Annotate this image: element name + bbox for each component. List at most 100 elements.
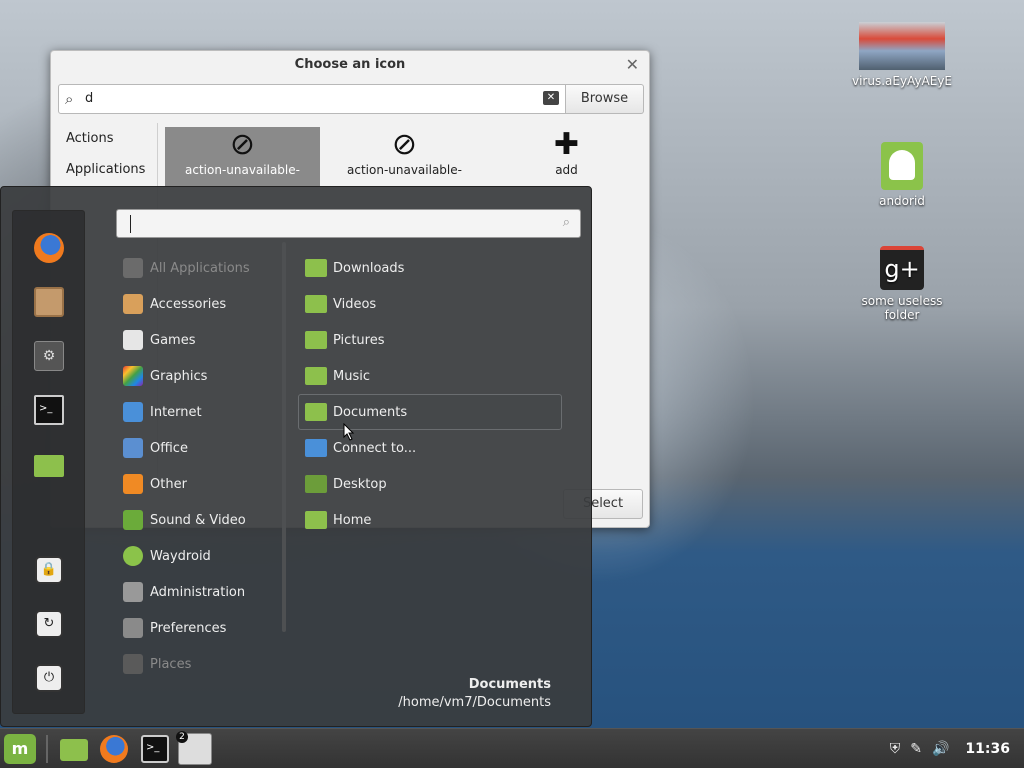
selection-info-path: /home/vm7/Documents [398, 695, 551, 710]
icon-cell[interactable]: ⊘ action-unavailable- [327, 127, 482, 187]
category-label: Graphics [150, 368, 208, 384]
selection-info-title: Documents [468, 677, 551, 692]
place-videos[interactable]: Videos [298, 286, 562, 322]
network-tray-icon[interactable]: ✎ [910, 741, 922, 757]
files-folder-icon[interactable] [34, 455, 64, 477]
settings-icon[interactable]: ⚙ [34, 341, 64, 371]
android-icon [881, 142, 923, 190]
mint-menu-button[interactable]: m [4, 734, 36, 764]
desktop-icon-label: some useless folder [861, 294, 943, 322]
category-internet[interactable]: Internet [115, 394, 283, 430]
search-icon: ⌕ [65, 90, 74, 108]
icon-category-actions[interactable]: Actions [51, 123, 157, 154]
category-label: Office [150, 440, 188, 456]
terminal-icon[interactable]: >_ [34, 395, 64, 425]
menu-search-input[interactable]: ⌕ [116, 209, 581, 238]
category-sound-video[interactable]: Sound & Video [115, 502, 283, 538]
category-administration[interactable]: Administration [115, 574, 283, 610]
places-list: Downloads Videos Pictures Music Document… [298, 250, 562, 538]
taskbar: m >_ 2 ⛨ ✎ 🔊 11:36 [0, 728, 1024, 768]
files-folder-icon[interactable] [60, 739, 88, 761]
volume-icon[interactable]: 🔊 [932, 741, 949, 757]
desktop-icon-some-useless-folder[interactable]: g+ some useless folder [847, 246, 957, 322]
lock-screen-icon[interactable]: 🔒 [35, 556, 63, 584]
pictures-folder-icon [305, 331, 327, 349]
category-other[interactable]: Other [115, 466, 283, 502]
place-downloads[interactable]: Downloads [298, 250, 562, 286]
icon-search-input[interactable]: ⌕ d ✕ [58, 84, 566, 114]
place-label: Pictures [333, 332, 385, 348]
desktop-icon-label: virus.aEyAyAEyE [851, 74, 953, 88]
category-office[interactable]: Office [115, 430, 283, 466]
logout-icon[interactable]: ↻ [35, 610, 63, 638]
icon-cell-label: add [555, 163, 578, 177]
accessories-icon [123, 294, 143, 314]
no-entry-icon: ⊘ [229, 127, 256, 162]
firefox-icon[interactable] [100, 735, 128, 763]
firefox-icon[interactable] [34, 233, 64, 263]
icon-category-applications[interactable]: Applications [51, 154, 157, 185]
desktop-icon [305, 475, 327, 493]
desktop-icon-label: andorid [879, 194, 925, 208]
place-label: Home [333, 512, 372, 528]
no-entry-icon: ⊘ [391, 127, 418, 162]
grid-icon [123, 258, 143, 278]
desktop-icon-andorid[interactable]: andorid [847, 142, 957, 208]
window-count-badge: 2 [176, 731, 188, 743]
selection-info: Documents /home/vm7/Documents [398, 677, 551, 710]
favorites-bar: ⚙ >_ 🔒 ↻ ⏻ [12, 210, 85, 714]
category-label: Other [150, 476, 187, 492]
waydroid-icon [123, 546, 143, 566]
place-label: Music [333, 368, 370, 384]
place-label: Downloads [333, 260, 405, 276]
shield-icon[interactable]: ⛨ [890, 741, 901, 757]
other-icon [123, 474, 143, 494]
category-label: Internet [150, 404, 202, 420]
place-label: Connect to... [333, 440, 417, 456]
plus-icon: ✚ [553, 127, 580, 162]
category-label: Preferences [150, 620, 227, 636]
place-pictures[interactable]: Pictures [298, 322, 562, 358]
taskbar-separator [46, 735, 48, 763]
power-icon[interactable]: ⏻ [35, 664, 63, 692]
category-preferences[interactable]: Preferences [115, 610, 283, 646]
mouse-cursor-icon [343, 423, 355, 441]
sound-video-icon [123, 510, 143, 530]
desktop-icon-virus[interactable]: virus.aEyAyAEyE [847, 22, 957, 88]
administration-icon [123, 582, 143, 602]
package-manager-icon[interactable] [34, 287, 64, 317]
place-music[interactable]: Music [298, 358, 562, 394]
documents-folder-icon [305, 403, 327, 421]
place-label: Documents [333, 404, 408, 420]
icon-cell-selected[interactable]: ⊘ action-unavailable- [165, 127, 320, 187]
preferences-icon [123, 618, 143, 638]
browse-button[interactable]: Browse [566, 84, 644, 114]
category-list: All Applications Accessories Games Graph… [115, 250, 283, 682]
icon-search-value: d [85, 91, 94, 106]
place-connect-to[interactable]: Connect to... [298, 430, 562, 466]
icon-cell[interactable]: ✚ add [489, 127, 644, 187]
category-waydroid[interactable]: Waydroid [115, 538, 283, 574]
category-games[interactable]: Games [115, 322, 283, 358]
category-all-applications[interactable]: All Applications [115, 250, 283, 286]
clear-search-icon[interactable]: ✕ [543, 91, 559, 105]
category-places[interactable]: Places [115, 646, 283, 682]
close-icon[interactable]: ✕ [626, 55, 639, 74]
terminal-icon[interactable]: >_ [141, 735, 169, 763]
games-icon [123, 330, 143, 350]
category-accessories[interactable]: Accessories [115, 286, 283, 322]
category-label: Accessories [150, 296, 227, 312]
place-desktop[interactable]: Desktop [298, 466, 562, 502]
place-home[interactable]: Home [298, 502, 562, 538]
place-documents[interactable]: Documents [298, 394, 562, 430]
category-scrollbar[interactable] [282, 242, 286, 632]
place-label: Videos [333, 296, 377, 312]
music-folder-icon [305, 367, 327, 385]
category-graphics[interactable]: Graphics [115, 358, 283, 394]
search-icon: ⌕ [562, 215, 570, 230]
category-label: Places [150, 656, 192, 672]
clock[interactable]: 11:36 [965, 741, 1010, 757]
downloads-folder-icon [305, 259, 327, 277]
text-caret [130, 215, 131, 233]
system-tray: ⛨ ✎ 🔊 11:36 [890, 729, 1010, 768]
